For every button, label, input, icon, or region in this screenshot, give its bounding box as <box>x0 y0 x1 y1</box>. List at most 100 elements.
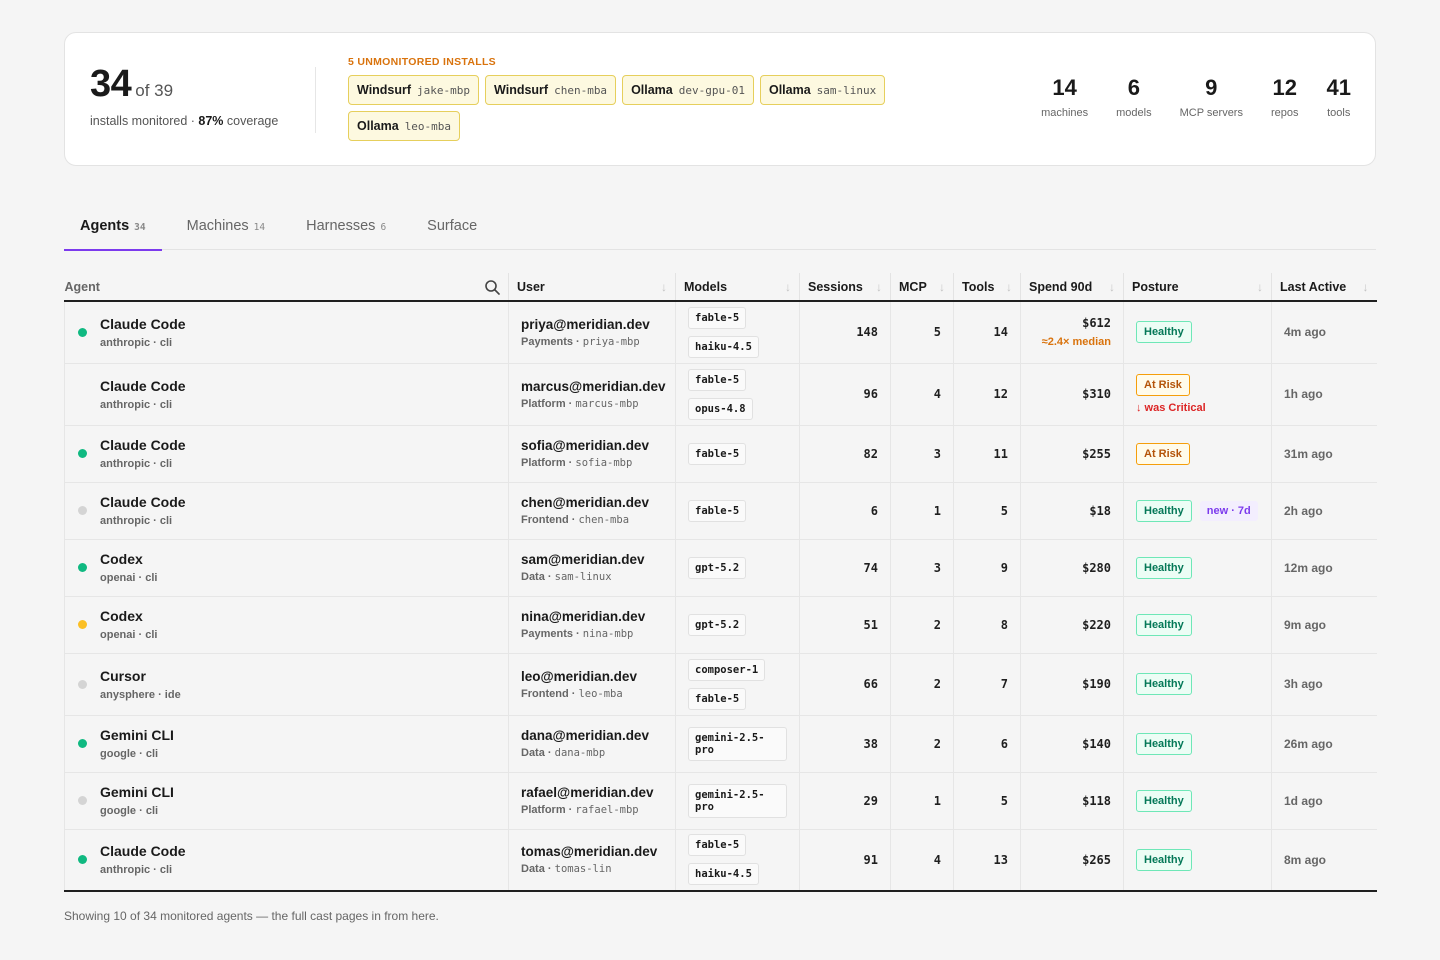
table-row[interactable]: Codex openai · cli sam@meridian.dev Data · … <box>64 539 1377 597</box>
tools-cell: 13 <box>953 829 1021 892</box>
agent-name[interactable]: Claude Code <box>100 378 186 394</box>
sort-arrow-icon[interactable]: ↓ <box>785 280 791 294</box>
user-host: tomas-lin <box>554 863 612 876</box>
agent-cell: Gemini CLI google · cli <box>64 772 509 830</box>
unmonitored-chip[interactable]: Ollama leo-mba <box>348 111 461 141</box>
col-models[interactable]: Models ↓ <box>675 273 800 302</box>
last-active-cell: 9m ago <box>1271 596 1377 654</box>
tab-machines[interactable]: Machines 14 <box>171 206 282 250</box>
model-tag: fable-5 <box>688 368 747 391</box>
user-meta: Frontend · leo-mba <box>521 687 623 700</box>
sort-arrow-icon[interactable]: ↓ <box>1257 280 1263 294</box>
tab-label: Machines <box>186 218 249 234</box>
unmonitored-chip[interactable]: Windsurf chen-mba <box>485 75 617 105</box>
agent-name[interactable]: Claude Code <box>100 494 186 510</box>
user-cell: sam@meridian.dev Data · sam-linux <box>508 539 676 597</box>
models-cell: fable-5 haiku-4.5 <box>675 301 800 364</box>
user-team: Platform <box>521 397 566 410</box>
col-agent[interactable]: Agent <box>64 273 509 302</box>
table-row[interactable]: Claude Code anthropic · cli chen@meridian.… <box>64 482 1377 540</box>
search-icon[interactable] <box>484 279 500 295</box>
user-email[interactable]: priya@meridian.dev <box>521 317 663 332</box>
unmonitored-chip[interactable]: Ollama sam-linux <box>759 75 886 105</box>
sessions-cell: 148 <box>799 301 891 364</box>
col-last-active[interactable]: Last Active ↓ <box>1271 273 1377 302</box>
unmonitored-chip[interactable]: Ollama dev-gpu-01 <box>622 75 754 105</box>
col-sessions[interactable]: Sessions ↓ <box>799 273 891 302</box>
sort-arrow-icon[interactable]: ↓ <box>1006 280 1012 294</box>
user-email[interactable]: nina@meridian.dev <box>521 609 663 624</box>
unmonitored-title: 5 UNMONITORED INSTALLS <box>348 56 496 68</box>
agent-name[interactable]: Codex <box>100 551 157 567</box>
stat-label: repos <box>1270 107 1299 119</box>
spend-median-note: ≈2.4× median <box>1041 336 1111 349</box>
table-row[interactable]: Claude Code anthropic · cli tomas@meridian… <box>64 829 1377 892</box>
user-email[interactable]: marcus@meridian.dev <box>521 379 665 394</box>
spend-value: $280 <box>1082 560 1111 575</box>
spend-value: $220 <box>1082 617 1111 632</box>
agent-name[interactable]: Claude Code <box>100 316 186 332</box>
agent-cell: Claude Code anthropic · cli <box>64 363 509 426</box>
coverage-summary-card: 34 of 39 installs monitored · 87% coverag… <box>64 32 1376 166</box>
agent-info: Cursor anysphere · ide <box>77 668 496 701</box>
agent-text: Gemini CLI google · cli <box>100 784 174 817</box>
agent-info: Codex openai · cli <box>77 551 496 584</box>
spend-cell: $190 <box>1020 653 1124 716</box>
sort-arrow-icon[interactable]: ↓ <box>876 280 882 294</box>
user-email[interactable]: sofia@meridian.dev <box>521 438 663 453</box>
table-row[interactable]: Codex openai · cli nina@meridian.dev Paymen… <box>64 596 1377 654</box>
user-host: nina-mbp <box>582 628 634 640</box>
user-email[interactable]: dana@meridian.dev <box>521 728 663 743</box>
agent-name[interactable]: Cursor <box>100 668 181 684</box>
sort-arrow-icon[interactable]: ↓ <box>1109 280 1115 294</box>
agent-vendor: anthropic · cli <box>100 515 173 527</box>
spend-value: $310 <box>1082 387 1111 401</box>
user-email[interactable]: sam@meridian.dev <box>521 552 663 567</box>
sort-arrow-icon[interactable]: ↓ <box>939 280 945 294</box>
user-email[interactable]: leo@meridian.dev <box>521 669 663 684</box>
unmonitored-chip-list: Windsurf jake-mbp Windsurf chen-mba Ollama de… <box>348 75 908 141</box>
agent-name[interactable]: Codex <box>100 608 157 624</box>
user-email[interactable]: rafael@meridian.dev <box>521 785 663 800</box>
table-row[interactable]: Claude Code anthropic · cli sofia@meridian… <box>64 425 1377 483</box>
table-row[interactable]: Gemini CLI google · cli rafael@meridian.de… <box>64 772 1377 830</box>
agent-vendor: anthropic · cli <box>100 398 173 411</box>
stat-tools: 41 tools <box>1327 75 1351 119</box>
agent-text: Claude Code anthropic · cli <box>100 316 186 349</box>
user-cell: dana@meridian.dev Data · dana-mbp <box>508 715 676 773</box>
col-last-active-label: Last Active <box>1280 279 1347 294</box>
sort-arrow-icon[interactable]: ↓ <box>1363 280 1369 294</box>
table-row[interactable]: Cursor anysphere · ide leo@meridian.dev Fro… <box>64 653 1377 716</box>
sort-arrow-icon[interactable]: ↓ <box>661 280 667 294</box>
coverage-subtitle: installs monitored · 87% coverage <box>90 114 278 128</box>
tab-surface[interactable]: Surface <box>411 206 493 250</box>
agent-vendor: openai · cli <box>100 629 158 641</box>
agent-name[interactable]: Gemini CLI <box>100 784 174 800</box>
agent-name[interactable]: Gemini CLI <box>100 727 174 743</box>
spend-value: $190 <box>1082 677 1111 691</box>
table-row[interactable]: Claude Code anthropic · cli marcus@meridia… <box>64 363 1377 426</box>
tab-harnesses[interactable]: Harnesses 6 <box>290 206 402 250</box>
user-team: Payments <box>521 628 573 640</box>
posture-cell: Healthy <box>1123 653 1272 716</box>
models-cell: gemini-2.5-pro <box>675 772 800 830</box>
tools-cell: 12 <box>953 363 1021 426</box>
user-email[interactable]: chen@meridian.dev <box>521 495 663 510</box>
table-row[interactable]: Gemini CLI google · cli dana@meridian.dev D… <box>64 715 1377 773</box>
tab-agents[interactable]: Agents 34 <box>64 206 162 251</box>
user-email[interactable]: tomas@meridian.dev <box>521 844 663 859</box>
model-list: gemini-2.5-pro <box>688 726 787 761</box>
col-tools[interactable]: Tools ↓ <box>953 273 1021 302</box>
col-spend[interactable]: Spend 90d ↓ <box>1020 273 1124 302</box>
agent-name[interactable]: Claude Code <box>100 843 186 859</box>
agent-name[interactable]: Claude Code <box>100 437 186 453</box>
user-cell: nina@meridian.dev Payments · nina-mbp <box>508 596 676 654</box>
col-user[interactable]: User ↓ <box>508 273 676 302</box>
col-posture[interactable]: Posture ↓ <box>1123 273 1272 302</box>
last-active-cell: 1d ago <box>1271 772 1377 830</box>
table-row[interactable]: Claude Code anthropic · cli priya@meridian… <box>64 301 1377 364</box>
models-cell: fable-5 <box>675 425 800 483</box>
user-cell: chen@meridian.dev Frontend · chen-mba <box>508 482 676 540</box>
unmonitored-chip[interactable]: Windsurf jake-mbp <box>348 75 480 105</box>
col-mcp[interactable]: MCP ↓ <box>890 273 954 302</box>
